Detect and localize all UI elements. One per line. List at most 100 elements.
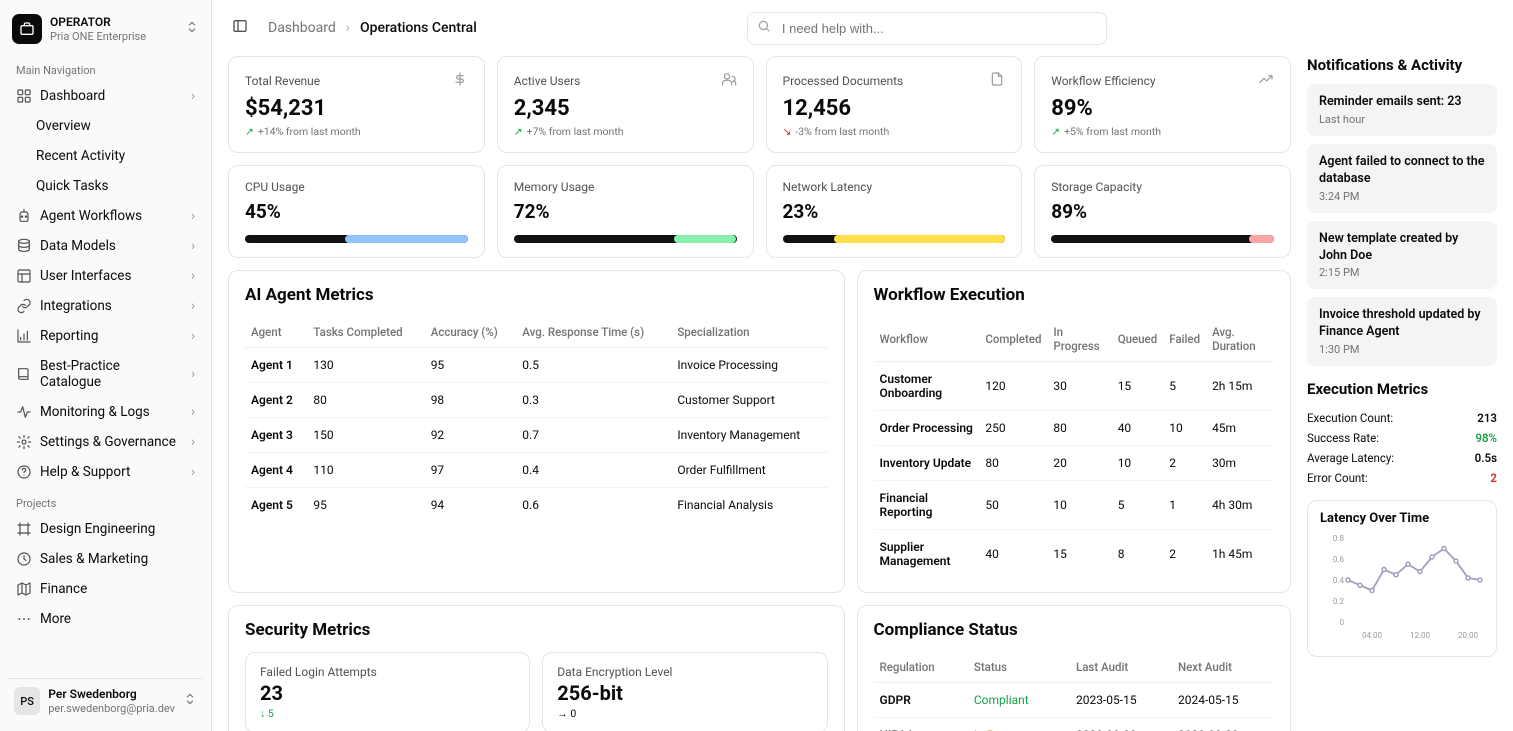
workflow-exec-table: WorkflowCompletedIn ProgressQueuedFailed… (874, 317, 1274, 578)
progress-fill (1249, 235, 1274, 243)
sidebar-item-monitoring-logs[interactable]: Monitoring & Logs› (8, 397, 203, 427)
notification-item[interactable]: Invoice threshold updated by Finance Age… (1307, 297, 1497, 366)
sidebar-subitem-overview[interactable]: Overview (8, 111, 203, 141)
chart-point (1454, 559, 1458, 563)
table-cell: Financial Analysis (671, 488, 827, 523)
table-cell: Customer Onboarding (874, 362, 980, 411)
notification-time: 1:30 PM (1319, 343, 1485, 356)
sidebar-item-dashboard[interactable]: Dashboard › (8, 81, 203, 111)
progress-bar (514, 235, 737, 243)
sidebar-item-reporting[interactable]: Reporting› (8, 321, 203, 351)
metric-label: Execution Count: (1307, 411, 1393, 425)
notification-time: 3:24 PM (1319, 190, 1485, 203)
app-logo-icon (12, 14, 42, 44)
chevron-right-icon: › (191, 88, 195, 104)
metric-label: Average Latency: (1307, 451, 1394, 465)
chart-point (1346, 578, 1350, 582)
table-cell: GDPR (874, 683, 968, 718)
kpi-delta: -3% from last month (795, 125, 889, 138)
sidebar-item-agent-workflows[interactable]: Agent Workflows› (8, 201, 203, 231)
notifications-title: Notifications & Activity (1307, 56, 1497, 74)
tenant-switcher[interactable]: OPERATOR Pria ONE Enterprise (8, 8, 203, 54)
table-header: Avg. Response Time (s) (516, 317, 671, 348)
help-icon (16, 464, 32, 480)
table-cell: Agent 4 (245, 453, 307, 488)
table-cell: 15 (1047, 530, 1111, 579)
sidebar-subitem-quick-tasks[interactable]: Quick Tasks (8, 171, 203, 201)
table-cell: 30m (1206, 446, 1274, 481)
link-icon (16, 298, 32, 314)
table-cell: Agent 1 (245, 348, 307, 383)
table-header: Specialization (671, 317, 827, 348)
sidebar-subitem-recent-activity[interactable]: Recent Activity (8, 141, 203, 171)
mini-label: Data Encryption Level (557, 665, 812, 679)
notification-item[interactable]: New template created by John Doe 2:15 PM (1307, 221, 1497, 290)
exec-metrics-title: Execution Metrics (1307, 380, 1497, 398)
table-cell: 95 (425, 348, 517, 383)
table-row: Agent 280980.3Customer Support (245, 383, 828, 418)
frame-icon (16, 521, 32, 537)
trend-icon: ↗ (1051, 125, 1060, 138)
sidebar-item-more[interactable]: More (8, 604, 203, 634)
notification-item[interactable]: Reminder emails sent: 23 Last hour (1307, 84, 1497, 136)
chart-point (1406, 562, 1410, 566)
progress-fill (674, 235, 736, 243)
y-tick: 0.4 (1333, 576, 1345, 585)
sys-value: 72% (514, 200, 737, 223)
search-input[interactable] (747, 12, 1107, 45)
toggle-sidebar-button[interactable] (228, 14, 252, 42)
sys-card-network-latency: Network Latency 23% (766, 165, 1023, 258)
sidebar-item-integrations[interactable]: Integrations› (8, 291, 203, 321)
sidebar-item-label: Reporting (40, 328, 98, 344)
table-header: Accuracy (%) (425, 317, 517, 348)
notification-title: Agent failed to connect to the database (1319, 154, 1485, 188)
table-header: Completed (979, 317, 1047, 362)
notification-title: Reminder emails sent: 23 (1319, 94, 1485, 111)
sidebar-item-label: Monitoring & Logs (40, 404, 150, 420)
exec-metric-row: Execution Count: 213 (1307, 408, 1497, 428)
table-row: Agent 595940.6Financial Analysis (245, 488, 828, 523)
chart-line (1348, 549, 1480, 591)
project-item-design-engineering[interactable]: Design Engineering (8, 514, 203, 544)
breadcrumb-root[interactable]: Dashboard (268, 20, 336, 36)
table-cell: Order Processing (874, 411, 980, 446)
table-header: Avg. Duration (1206, 317, 1274, 362)
sidebar-item-user-interfaces[interactable]: User Interfaces› (8, 261, 203, 291)
latency-chart-card: Latency Over Time 00.20.40.60.804:0012:0… (1307, 500, 1497, 657)
chart-point (1382, 568, 1386, 572)
exec-metric-row: Average Latency: 0.5s (1307, 448, 1497, 468)
table-cell: Inventory Update (874, 446, 980, 481)
sidebar-item-data-models[interactable]: Data Models› (8, 231, 203, 261)
progress-fill (345, 235, 468, 243)
notification-title: New template created by John Doe (1319, 231, 1485, 265)
mini-label: Failed Login Attempts (260, 665, 515, 679)
mini-delta: → 0 (557, 707, 812, 720)
y-tick: 0.6 (1333, 555, 1345, 564)
table-cell: Financial Reporting (874, 481, 980, 530)
table-cell: 1 (1163, 481, 1206, 530)
project-item-finance[interactable]: Finance (8, 574, 203, 604)
table-cell: 130 (307, 348, 424, 383)
sidebar-item-best-practice-catalogue[interactable]: Best-Practice Catalogue› (8, 351, 203, 397)
sys-card-memory-usage: Memory Usage 72% (497, 165, 754, 258)
clock-icon (16, 551, 32, 567)
compliance-title: Compliance Status (874, 620, 1274, 640)
table-cell: Order Fulfillment (671, 453, 827, 488)
file-icon (989, 71, 1005, 90)
table-row: Financial Reporting5010514h 30m (874, 481, 1274, 530)
sidebar-item-label: Dashboard (40, 88, 105, 104)
bot-icon (16, 208, 32, 224)
sidebar-item-help-support[interactable]: Help & Support› (8, 457, 203, 487)
notification-item[interactable]: Agent failed to connect to the database … (1307, 144, 1497, 213)
chart-point (1358, 583, 1362, 587)
chart-point (1478, 578, 1482, 582)
project-item-sales-marketing[interactable]: Sales & Marketing (8, 544, 203, 574)
kpi-label: Workflow Efficiency (1051, 74, 1155, 88)
sidebar-item-settings-governance[interactable]: Settings & Governance› (8, 427, 203, 457)
sidebar-item-label: Settings & Governance (40, 434, 176, 450)
user-menu[interactable]: PS Per Swedenborg per.swedenborg@pria.de… (8, 678, 203, 723)
kpi-delta: +14% from last month (258, 125, 361, 138)
table-row: Order Processing25080401045m (874, 411, 1274, 446)
user-name: Per Swedenborg (48, 687, 175, 701)
sidebar-item-label: User Interfaces (40, 268, 131, 284)
